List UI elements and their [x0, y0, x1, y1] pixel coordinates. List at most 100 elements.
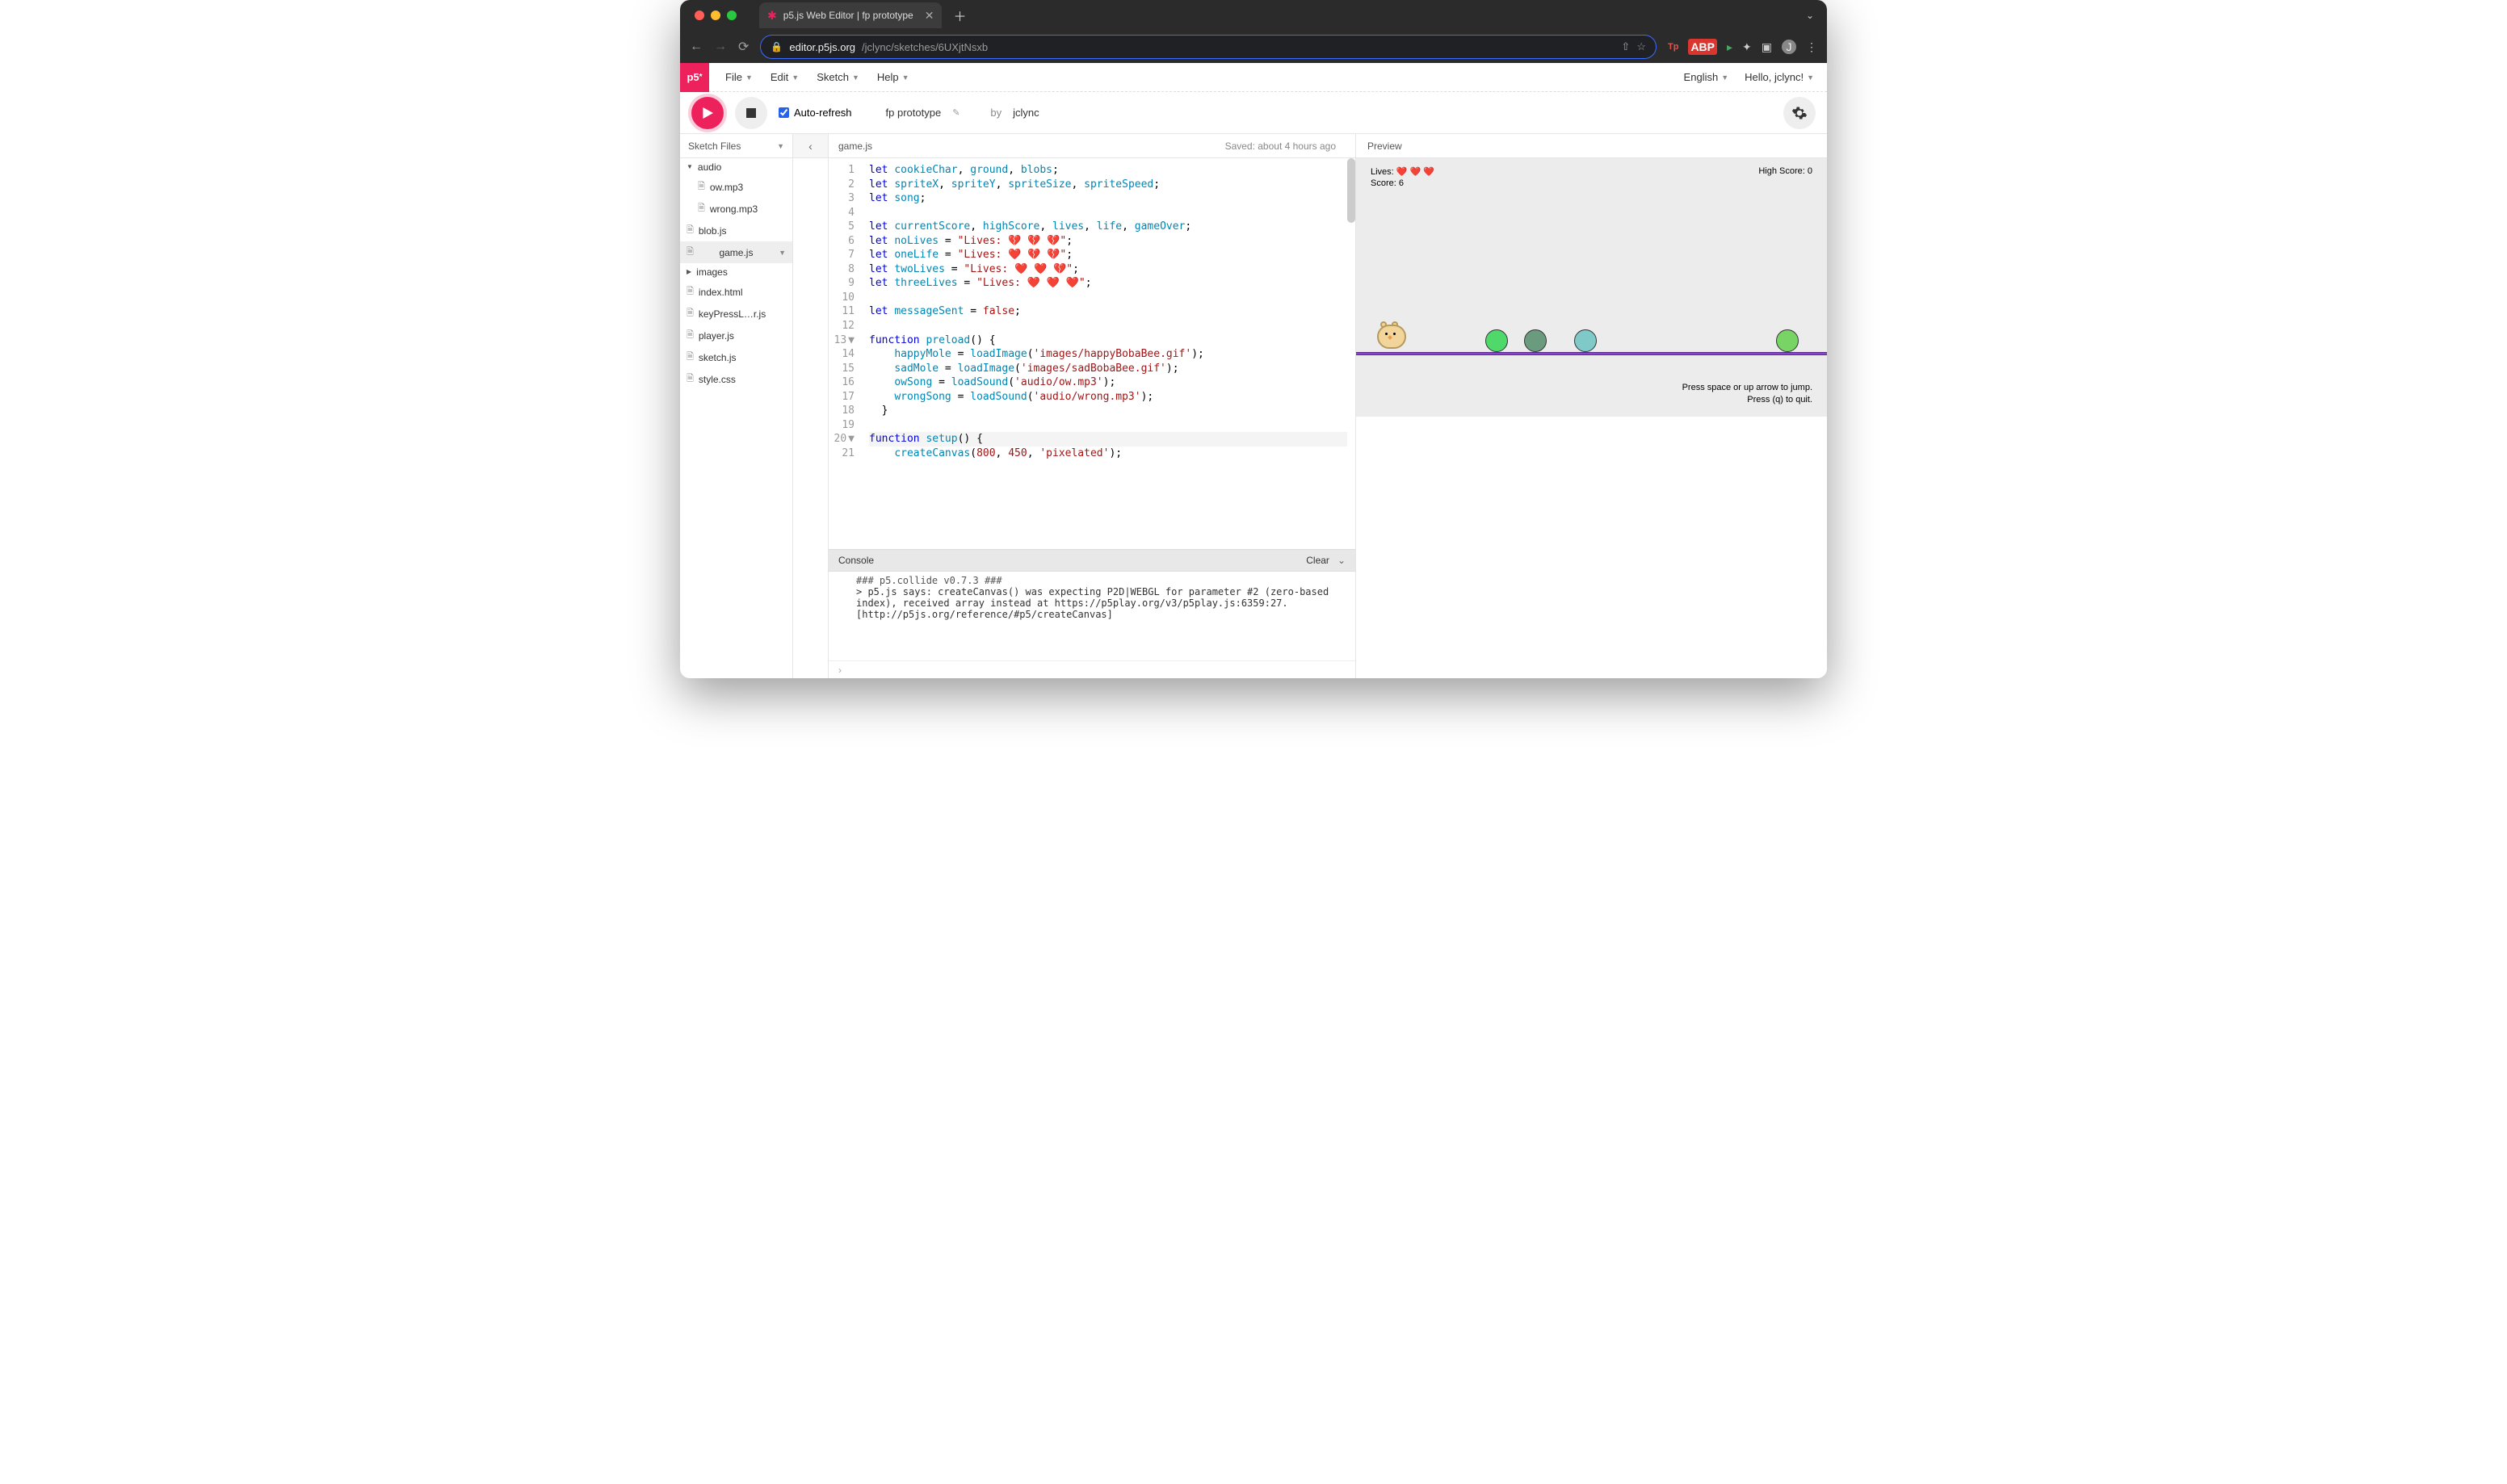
game-canvas[interactable]: Lives: ❤️ ❤️ ❤️ Score: 6 High Score: 0 P…: [1356, 158, 1827, 417]
language-menu[interactable]: English▼: [1684, 71, 1729, 83]
hud-bottom-right: Press space or up arrow to jump. Press (…: [1682, 382, 1812, 405]
collapse-sidebar-button[interactable]: ‹: [793, 134, 829, 157]
window-minimize[interactable]: [711, 10, 720, 20]
main: audioow.mp3 wrong.mp3 blob.js game.js▼image…: [680, 158, 1827, 678]
ext-window-icon[interactable]: ▣: [1762, 40, 1772, 54]
sidebar-file[interactable]: keyPressL…r.js: [680, 303, 792, 325]
blob-obstacle: [1776, 329, 1799, 352]
stop-icon: [746, 108, 756, 118]
caret-down-icon: ▼: [1721, 73, 1728, 82]
blob-obstacle: [1485, 329, 1508, 352]
auto-refresh-toggle[interactable]: Auto-refresh: [779, 107, 852, 119]
window-maximize[interactable]: [727, 10, 737, 20]
chevron-down-icon[interactable]: ⌄: [1337, 555, 1346, 566]
console-header: Console Clear ⌄: [829, 549, 1355, 572]
ext-puzzle-icon[interactable]: ✦: [1742, 40, 1752, 54]
tab-title: p5.js Web Editor | fp prototype: [783, 10, 913, 21]
browser-chrome: ✱ p5.js Web Editor | fp prototype ✕ ＋ ⌄ …: [680, 0, 1827, 63]
chevron-down-icon[interactable]: ⌄: [1806, 10, 1814, 21]
sidebar-item-label: index.html: [699, 287, 743, 298]
caret-down-icon: ▼: [792, 73, 799, 82]
sidebar-item-label: style.css: [699, 374, 736, 385]
file-tab-bar: game.js Saved: about 4 hours ago: [829, 134, 1355, 157]
auto-refresh-label: Auto-refresh: [794, 107, 852, 119]
player-sprite: [1374, 321, 1409, 352]
tab-strip: ✱ p5.js Web Editor | fp prototype ✕ ＋ ⌄: [680, 0, 1827, 31]
stop-button[interactable]: [735, 97, 767, 129]
menu-sketch[interactable]: Sketch▼: [817, 71, 859, 83]
user-menu[interactable]: Hello, jclync!▼: [1745, 71, 1814, 83]
saved-status: Saved: about 4 hours ago: [1225, 140, 1346, 152]
sidebar-file[interactable]: wrong.mp3: [680, 198, 792, 220]
forward-button[interactable]: →: [714, 40, 727, 54]
preview-header: Preview: [1355, 134, 1827, 157]
window-close[interactable]: [695, 10, 704, 20]
auto-refresh-checkbox[interactable]: [779, 107, 789, 118]
sidebar-file[interactable]: game.js▼: [680, 241, 792, 263]
gear-icon: [1791, 105, 1808, 121]
console-title: Console: [838, 555, 874, 566]
sketch-name: fp prototype: [886, 107, 942, 119]
play-button[interactable]: [691, 97, 724, 129]
score-display: Score: 6: [1371, 178, 1434, 189]
ground: [1356, 352, 1827, 355]
play-icon: [702, 107, 713, 119]
new-tab-button[interactable]: ＋: [953, 6, 966, 25]
sidebar: audioow.mp3 wrong.mp3 blob.js game.js▼image…: [680, 158, 793, 678]
sketch-files-header[interactable]: Sketch Files ▼: [680, 134, 793, 157]
chevron-left-icon: ‹: [808, 140, 813, 153]
sidebar-folder[interactable]: images: [680, 263, 792, 281]
console-line: > p5.js says: createCanvas() was expecti…: [856, 586, 1346, 620]
open-file-tab[interactable]: game.js: [838, 140, 872, 152]
address-bar-row: ← → ⟳ 🔒 editor.p5js.org/jclync/sketches/…: [680, 31, 1827, 63]
sidebar-item-label: blob.js: [699, 225, 727, 237]
menu-help[interactable]: Help▼: [877, 71, 909, 83]
sidebar-file[interactable]: ow.mp3: [680, 176, 792, 198]
caret-down-icon: ▼: [745, 73, 753, 82]
browser-tab[interactable]: ✱ p5.js Web Editor | fp prototype ✕: [759, 2, 942, 28]
pencil-icon[interactable]: ✎: [952, 107, 960, 118]
line-gutter: 12345678910111213▼14151617181920▼21: [829, 158, 861, 549]
console-prompt[interactable]: ›: [829, 660, 1355, 678]
sidebar-item-label: player.js: [699, 330, 734, 342]
sidebar-item-label: game.js: [719, 247, 753, 258]
console-line: ### p5.collide v0.7.3 ###: [856, 575, 1346, 586]
caret-down-icon: ▼: [852, 73, 859, 82]
back-button[interactable]: ←: [690, 40, 703, 54]
profile-avatar[interactable]: J: [1782, 40, 1796, 54]
hud-top-left: Lives: ❤️ ❤️ ❤️ Score: 6: [1371, 166, 1434, 190]
sidebar-file[interactable]: blob.js: [680, 220, 792, 241]
sidebar-item-label: wrong.mp3: [710, 203, 758, 215]
abp-icon[interactable]: ABP: [1688, 39, 1717, 55]
code-body[interactable]: let cookieChar, ground, blobs;let sprite…: [861, 158, 1355, 549]
bookmark-icon[interactable]: ☆: [1636, 40, 1646, 53]
console-clear-button[interactable]: Clear: [1306, 555, 1329, 566]
author-link[interactable]: jclync: [1013, 107, 1039, 119]
address-bar[interactable]: 🔒 editor.p5js.org/jclync/sketches/6UXjtN…: [760, 35, 1657, 59]
settings-button[interactable]: [1783, 97, 1816, 129]
kebab-menu-icon[interactable]: ⋮: [1806, 40, 1817, 54]
editor-column: 12345678910111213▼14151617181920▼21 let …: [829, 158, 1355, 678]
by-label: by: [990, 107, 1002, 119]
sidebar-folder[interactable]: audio: [680, 158, 792, 176]
sidebar-file[interactable]: style.css: [680, 368, 792, 390]
reload-button[interactable]: ⟳: [738, 39, 749, 55]
console-body[interactable]: ### p5.collide v0.7.3 ### > p5.js says: …: [829, 572, 1355, 660]
sidebar-file[interactable]: sketch.js: [680, 346, 792, 368]
scrollbar[interactable]: [1347, 158, 1355, 223]
share-icon[interactable]: ⇧: [1621, 40, 1630, 53]
hint-jump: Press space or up arrow to jump.: [1682, 382, 1812, 393]
ext-icon[interactable]: Tp: [1668, 42, 1678, 52]
p5-favicon-icon: ✱: [767, 9, 777, 23]
ext-flag-icon[interactable]: ▸: [1727, 40, 1732, 54]
sidebar-file[interactable]: player.js: [680, 325, 792, 346]
code-editor[interactable]: 12345678910111213▼14151617181920▼21 let …: [829, 158, 1355, 549]
menu-edit[interactable]: Edit▼: [771, 71, 799, 83]
traffic-lights: [687, 10, 745, 20]
p5-logo[interactable]: p5*: [680, 63, 709, 92]
toolbar: Auto-refresh fp prototype ✎ by jclync: [680, 92, 1827, 134]
sidebar-file[interactable]: index.html: [680, 281, 792, 303]
menu-file[interactable]: File▼: [725, 71, 753, 83]
blob-obstacle: [1524, 329, 1547, 352]
close-icon[interactable]: ✕: [925, 9, 934, 23]
